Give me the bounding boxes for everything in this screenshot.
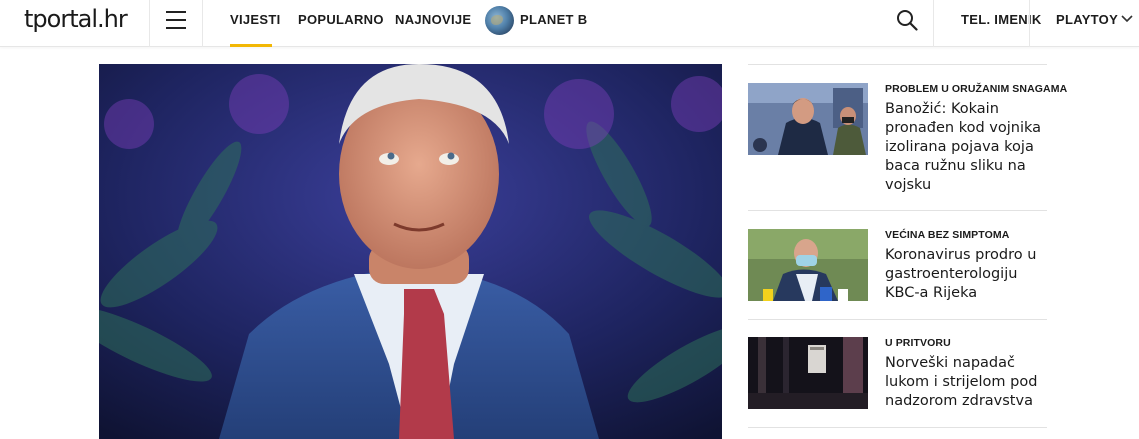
article-title[interactable]: Koronavirus prodro u gastroenterologiju … [885, 246, 1050, 303]
article-kicker: U PRITVORU [885, 337, 951, 349]
header-divider [933, 0, 934, 47]
header-divider [202, 0, 203, 47]
nav-active-indicator [230, 44, 272, 47]
list-divider [748, 427, 1047, 428]
chevron-down-icon[interactable] [1121, 14, 1133, 24]
article-thumbnail-photo [748, 229, 868, 301]
header-divider [149, 0, 150, 47]
site-logo[interactable]: tportal.hr [24, 5, 128, 33]
article-thumbnail[interactable] [748, 83, 868, 155]
menu-icon[interactable] [166, 11, 186, 29]
article-thumbnail-photo [748, 83, 868, 155]
search-icon[interactable] [896, 9, 918, 31]
article-thumbnail[interactable] [748, 337, 868, 409]
article-title[interactable]: Norveški napadač lukom i strijelom pod n… [885, 354, 1050, 411]
planet-b-globe-icon[interactable] [485, 6, 514, 35]
nav-item-najnovije[interactable]: NAJNOVIJE [395, 12, 471, 27]
header-divider [1029, 0, 1030, 47]
list-divider [748, 64, 1047, 65]
nav-item-planet-b[interactable]: PLANET B [520, 12, 587, 27]
hero-image[interactable] [99, 64, 722, 439]
article-kicker: VEĆINA BEZ SIMPTOMA [885, 229, 1010, 241]
nav-item-vijesti[interactable]: VIJESTI [230, 12, 281, 27]
hero-photo [99, 64, 722, 439]
article-thumbnail[interactable] [748, 229, 868, 301]
article-kicker: PROBLEM U ORUŽANIM SNAGAMA [885, 83, 1068, 95]
article-thumbnail-photo [748, 337, 868, 409]
nav-item-playtoy[interactable]: PLAYTOY [1056, 12, 1118, 27]
nav-item-popularno[interactable]: POPULARNO [298, 12, 384, 27]
list-divider [748, 210, 1047, 211]
article-title[interactable]: Banožić: Kokain pronađen kod vojnika izo… [885, 100, 1050, 195]
list-divider [748, 319, 1047, 320]
site-header: tportal.hr VIJESTI POPULARNO NAJNOVIJE P… [0, 0, 1139, 47]
